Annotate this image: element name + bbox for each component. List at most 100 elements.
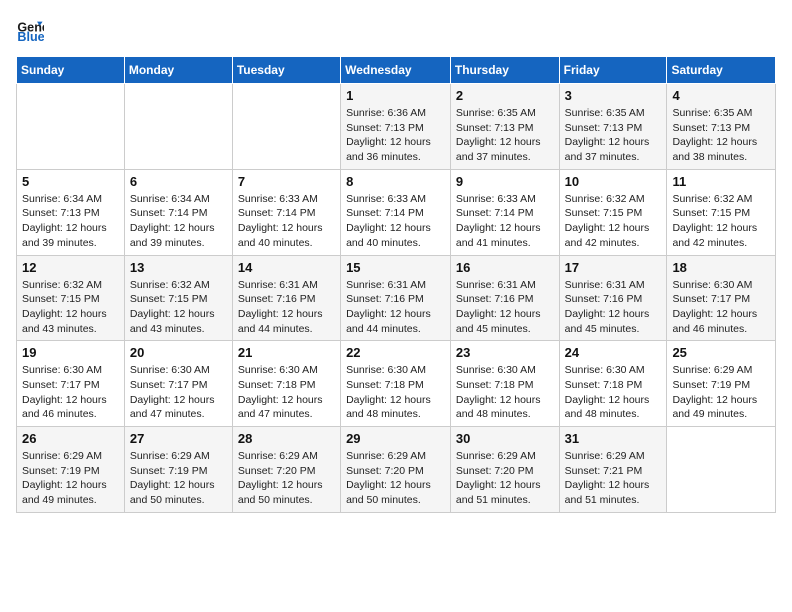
calendar-cell: 27 Sunrise: 6:29 AM Sunset: 7:19 PM Dayli…	[124, 427, 232, 513]
day-info: Sunrise: 6:29 AM Sunset: 7:19 PM Dayligh…	[130, 449, 227, 508]
day-number: 3	[565, 88, 662, 103]
day-info: Sunrise: 6:32 AM Sunset: 7:15 PM Dayligh…	[22, 278, 119, 337]
dow-header: Thursday	[450, 57, 559, 84]
day-info: Sunrise: 6:31 AM Sunset: 7:16 PM Dayligh…	[238, 278, 335, 337]
calendar-cell: 15 Sunrise: 6:31 AM Sunset: 7:16 PM Dayli…	[341, 255, 451, 341]
logo: General Blue	[16, 16, 48, 44]
calendar-cell	[124, 84, 232, 170]
day-number: 6	[130, 174, 227, 189]
day-number: 16	[456, 260, 554, 275]
day-info: Sunrise: 6:29 AM Sunset: 7:19 PM Dayligh…	[672, 363, 770, 422]
day-info: Sunrise: 6:35 AM Sunset: 7:13 PM Dayligh…	[456, 106, 554, 165]
calendar-cell: 14 Sunrise: 6:31 AM Sunset: 7:16 PM Dayli…	[232, 255, 340, 341]
day-info: Sunrise: 6:34 AM Sunset: 7:13 PM Dayligh…	[22, 192, 119, 251]
day-number: 14	[238, 260, 335, 275]
day-info: Sunrise: 6:31 AM Sunset: 7:16 PM Dayligh…	[565, 278, 662, 337]
day-number: 25	[672, 345, 770, 360]
calendar-cell: 1 Sunrise: 6:36 AM Sunset: 7:13 PM Daylig…	[341, 84, 451, 170]
day-info: Sunrise: 6:31 AM Sunset: 7:16 PM Dayligh…	[456, 278, 554, 337]
day-number: 23	[456, 345, 554, 360]
day-info: Sunrise: 6:29 AM Sunset: 7:20 PM Dayligh…	[238, 449, 335, 508]
day-number: 28	[238, 431, 335, 446]
calendar-cell: 18 Sunrise: 6:30 AM Sunset: 7:17 PM Dayli…	[667, 255, 776, 341]
day-number: 2	[456, 88, 554, 103]
day-info: Sunrise: 6:31 AM Sunset: 7:16 PM Dayligh…	[346, 278, 445, 337]
day-number: 4	[672, 88, 770, 103]
calendar-cell: 23 Sunrise: 6:30 AM Sunset: 7:18 PM Dayli…	[450, 341, 559, 427]
calendar-week-row: 5 Sunrise: 6:34 AM Sunset: 7:13 PM Daylig…	[17, 169, 776, 255]
calendar-cell: 11Sunrise: 6:32 AM Sunset: 7:15 PM Dayli…	[667, 169, 776, 255]
day-info: Sunrise: 6:30 AM Sunset: 7:18 PM Dayligh…	[456, 363, 554, 422]
calendar-cell: 22 Sunrise: 6:30 AM Sunset: 7:18 PM Dayli…	[341, 341, 451, 427]
day-number: 21	[238, 345, 335, 360]
calendar-cell: 12 Sunrise: 6:32 AM Sunset: 7:15 PM Dayli…	[17, 255, 125, 341]
day-info: Sunrise: 6:33 AM Sunset: 7:14 PM Dayligh…	[346, 192, 445, 251]
calendar-cell: 2 Sunrise: 6:35 AM Sunset: 7:13 PM Daylig…	[450, 84, 559, 170]
day-info: Sunrise: 6:33 AM Sunset: 7:14 PM Dayligh…	[456, 192, 554, 251]
calendar-cell: 7Sunrise: 6:33 AM Sunset: 7:14 PM Daylig…	[232, 169, 340, 255]
day-info: Sunrise: 6:30 AM Sunset: 7:18 PM Dayligh…	[346, 363, 445, 422]
calendar-week-row: 19 Sunrise: 6:30 AM Sunset: 7:17 PM Dayli…	[17, 341, 776, 427]
day-number: 8	[346, 174, 445, 189]
calendar-cell: 26 Sunrise: 6:29 AM Sunset: 7:19 PM Dayli…	[17, 427, 125, 513]
calendar-cell: 10 Sunrise: 6:32 AM Sunset: 7:15 PM Dayli…	[559, 169, 667, 255]
day-info: Sunrise: 6:29 AM Sunset: 7:20 PM Dayligh…	[346, 449, 445, 508]
day-number: 20	[130, 345, 227, 360]
day-number: 22	[346, 345, 445, 360]
day-info: Sunrise: 6:32 AM Sunset: 7:15 PM Dayligh…	[565, 192, 662, 251]
day-number: 15	[346, 260, 445, 275]
day-number: 19	[22, 345, 119, 360]
calendar-cell: 25 Sunrise: 6:29 AM Sunset: 7:19 PM Dayli…	[667, 341, 776, 427]
calendar-cell: 20 Sunrise: 6:30 AM Sunset: 7:17 PM Dayli…	[124, 341, 232, 427]
day-info: Sunrise: 6:32 AM Sunset: 7:15 PM Dayligh…	[130, 278, 227, 337]
day-info: Sunrise: 6:29 AM Sunset: 7:19 PM Dayligh…	[22, 449, 119, 508]
logo-icon: General Blue	[16, 16, 44, 44]
day-number: 18	[672, 260, 770, 275]
calendar-cell: 24Sunrise: 6:30 AM Sunset: 7:18 PM Dayli…	[559, 341, 667, 427]
day-info: Sunrise: 6:29 AM Sunset: 7:20 PM Dayligh…	[456, 449, 554, 508]
calendar-cell: 29Sunrise: 6:29 AM Sunset: 7:20 PM Dayli…	[341, 427, 451, 513]
day-number: 5	[22, 174, 119, 189]
day-number: 27	[130, 431, 227, 446]
calendar-cell: 17Sunrise: 6:31 AM Sunset: 7:16 PM Dayli…	[559, 255, 667, 341]
calendar-cell	[667, 427, 776, 513]
calendar-cell: 28 Sunrise: 6:29 AM Sunset: 7:20 PM Dayli…	[232, 427, 340, 513]
svg-text:Blue: Blue	[17, 30, 44, 44]
dow-header: Sunday	[17, 57, 125, 84]
calendar-cell	[232, 84, 340, 170]
calendar-cell: 4 Sunrise: 6:35 AM Sunset: 7:13 PM Daylig…	[667, 84, 776, 170]
calendar-week-row: 1 Sunrise: 6:36 AM Sunset: 7:13 PM Daylig…	[17, 84, 776, 170]
day-number: 30	[456, 431, 554, 446]
calendar-cell: 8 Sunrise: 6:33 AM Sunset: 7:14 PM Daylig…	[341, 169, 451, 255]
day-number: 31	[565, 431, 662, 446]
calendar-cell: 16 Sunrise: 6:31 AM Sunset: 7:16 PM Dayli…	[450, 255, 559, 341]
page-header: General Blue	[16, 16, 776, 44]
day-number: 10	[565, 174, 662, 189]
day-info: Sunrise: 6:30 AM Sunset: 7:17 PM Dayligh…	[130, 363, 227, 422]
day-info: Sunrise: 6:30 AM Sunset: 7:17 PM Dayligh…	[672, 278, 770, 337]
calendar-cell: 31 Sunrise: 6:29 AM Sunset: 7:21 PM Dayli…	[559, 427, 667, 513]
dow-header: Monday	[124, 57, 232, 84]
day-info: Sunrise: 6:34 AM Sunset: 7:14 PM Dayligh…	[130, 192, 227, 251]
dow-header: Friday	[559, 57, 667, 84]
day-info: Sunrise: 6:33 AM Sunset: 7:14 PM Dayligh…	[238, 192, 335, 251]
day-number: 1	[346, 88, 445, 103]
day-info: Sunrise: 6:35 AM Sunset: 7:13 PM Dayligh…	[565, 106, 662, 165]
day-info: Sunrise: 6:32 AM Sunset: 7:15 PM Dayligh…	[672, 192, 770, 251]
day-number: 13	[130, 260, 227, 275]
dow-header: Saturday	[667, 57, 776, 84]
calendar-week-row: 26 Sunrise: 6:29 AM Sunset: 7:19 PM Dayli…	[17, 427, 776, 513]
day-info: Sunrise: 6:29 AM Sunset: 7:21 PM Dayligh…	[565, 449, 662, 508]
day-info: Sunrise: 6:30 AM Sunset: 7:17 PM Dayligh…	[22, 363, 119, 422]
day-number: 12	[22, 260, 119, 275]
day-info: Sunrise: 6:36 AM Sunset: 7:13 PM Dayligh…	[346, 106, 445, 165]
day-info: Sunrise: 6:35 AM Sunset: 7:13 PM Dayligh…	[672, 106, 770, 165]
calendar-cell: 5 Sunrise: 6:34 AM Sunset: 7:13 PM Daylig…	[17, 169, 125, 255]
day-number: 9	[456, 174, 554, 189]
calendar-cell: 6 Sunrise: 6:34 AM Sunset: 7:14 PM Daylig…	[124, 169, 232, 255]
day-number: 24	[565, 345, 662, 360]
day-number: 26	[22, 431, 119, 446]
calendar-cell: 9 Sunrise: 6:33 AM Sunset: 7:14 PM Daylig…	[450, 169, 559, 255]
calendar-cell: 3 Sunrise: 6:35 AM Sunset: 7:13 PM Daylig…	[559, 84, 667, 170]
calendar-table: SundayMondayTuesdayWednesdayThursdayFrid…	[16, 56, 776, 513]
